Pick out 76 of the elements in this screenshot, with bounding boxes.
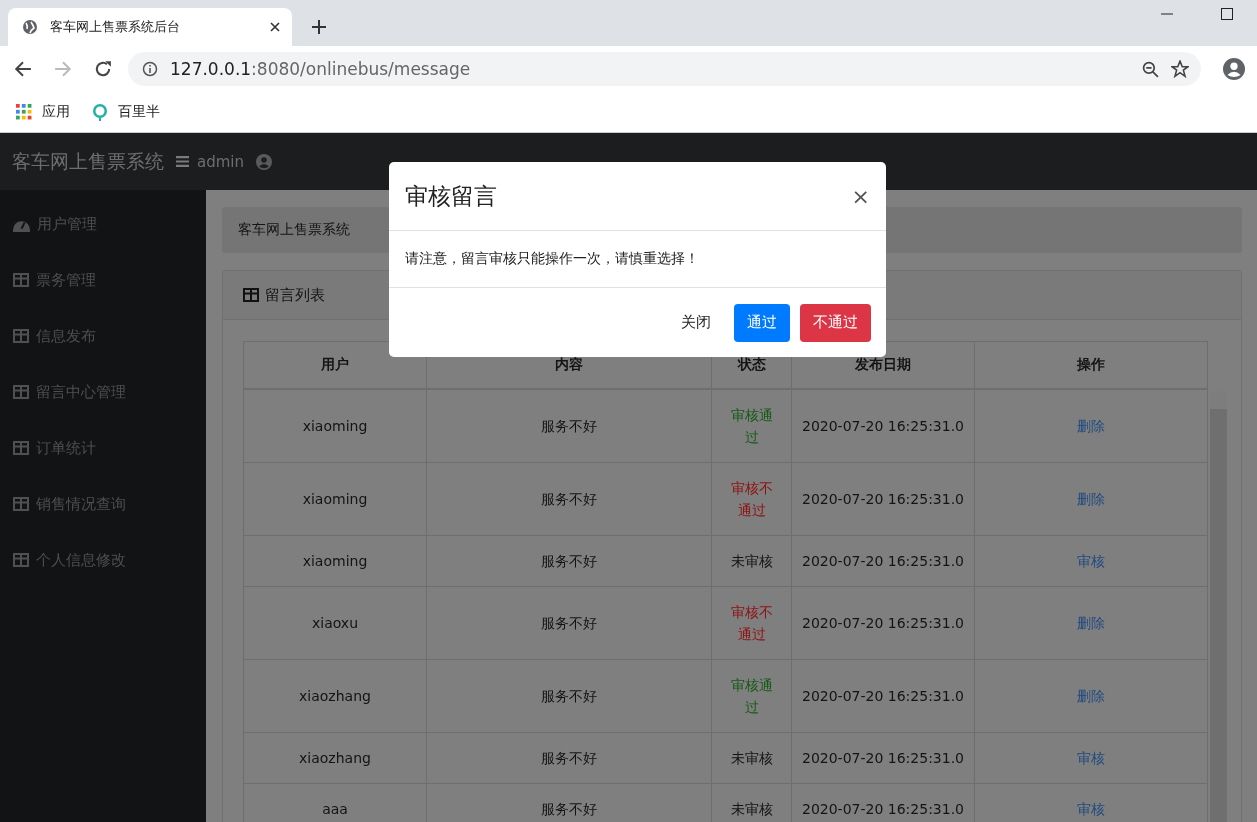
table-icon [13,441,29,455]
status-text: 未审核 [711,732,792,783]
action-link[interactable]: 删除 [1077,417,1105,434]
sidebar-item[interactable]: 留言中心管理 [0,364,206,420]
address-bar[interactable]: 127.0.0.1:8080/onlinebus/message [128,52,1201,86]
user-icon[interactable] [256,153,272,170]
sidebar-item[interactable]: 个人信息修改 [0,532,206,588]
action-link[interactable]: 审核 [1077,800,1105,817]
user-name[interactable]: admin [197,152,244,171]
status-text: 审核通过 [711,659,792,732]
table-cell: xiaoming [243,462,427,535]
close-icon[interactable] [270,22,280,32]
table-cell: xiaoxu [243,586,427,659]
table-cell: xiaoming [243,535,427,586]
table-icon [13,385,29,399]
dialog-message: 请注意，留言审核只能操作一次，请慎重选择！ [405,250,699,268]
breadcrumb-link[interactable]: 客车网上售票系统 [238,221,350,239]
sidebar-item[interactable]: 票务管理 [0,252,206,308]
sidebar-item[interactable]: 信息发布 [0,308,206,364]
brand-title[interactable]: 客车网上售票系统 [12,148,164,175]
reload-icon[interactable] [94,60,112,78]
close-button[interactable]: × [851,183,870,209]
table-cell: 2020-07-20 16:25:31.0 [791,732,975,783]
tab-title: 客车网上售票系统后台 [50,18,181,36]
table-cell: 2020-07-20 16:25:31.0 [791,535,975,586]
dialog-title: 审核留言 [405,181,497,211]
menu-icon[interactable] [176,155,189,168]
profile-icon[interactable] [1223,58,1245,80]
mascot-icon [92,103,108,121]
table-cell: 2020-07-20 16:25:31.0 [791,388,975,462]
url-text: 127.0.0.1:8080/onlinebus/message [170,59,471,79]
info-icon [142,61,158,77]
sidebar-item[interactable]: 订单统计 [0,420,206,476]
status-text: 审核不通过 [711,586,792,659]
status-text: 未审核 [711,535,792,586]
action-link[interactable]: 删除 [1077,687,1105,704]
globe-icon [22,19,38,35]
bookmark[interactable]: 百里半 [92,103,160,121]
apps-grid-icon [16,104,32,120]
table-cell: 2020-07-20 16:25:31.0 [791,462,975,535]
table-icon [13,497,29,511]
action-link[interactable]: 审核 [1077,552,1105,569]
table-cell: 服务不好 [426,535,712,586]
card-title: 留言列表 [265,285,325,305]
new-tab-icon[interactable] [312,20,326,34]
table-cell: xiaoming [243,388,427,462]
table-cell: 服务不好 [426,586,712,659]
zoom-icon[interactable] [1142,60,1159,78]
sidebar-item[interactable]: 销售情况查询 [0,476,206,532]
action-link[interactable]: 审核 [1077,749,1105,766]
table-cell: 服务不好 [426,659,712,732]
status-text: 审核不通过 [711,462,792,535]
action-link[interactable]: 删除 [1077,614,1105,631]
table-cell: aaa [243,783,427,822]
sidebar-item[interactable]: 用户管理 [0,196,206,252]
table-cell: 服务不好 [426,388,712,462]
browser-tab[interactable]: 客车网上售票系统后台 [8,8,292,46]
table-cell: 服务不好 [426,462,712,535]
status-text: 审核通过 [711,388,792,462]
table-icon [243,288,259,302]
table-cell: 2020-07-20 16:25:31.0 [791,586,975,659]
column-header: 操作 [974,341,1208,389]
maximize-icon[interactable] [1221,8,1233,20]
table-cell: 服务不好 [426,732,712,783]
table-icon [13,329,29,343]
bookmark[interactable]: 应用 [16,103,70,121]
reject-button[interactable]: 不通过 [800,303,871,342]
table-cell: 2020-07-20 16:25:31.0 [791,659,975,732]
back-icon[interactable] [14,60,32,78]
table-cell: xiaozhang [243,732,427,783]
table-icon [13,553,29,567]
action-link[interactable]: 删除 [1077,490,1105,507]
star-icon[interactable] [1171,60,1189,78]
table-icon [13,273,29,287]
table-cell: xiaozhang [243,659,427,732]
approve-button[interactable]: 通过 [734,303,790,342]
